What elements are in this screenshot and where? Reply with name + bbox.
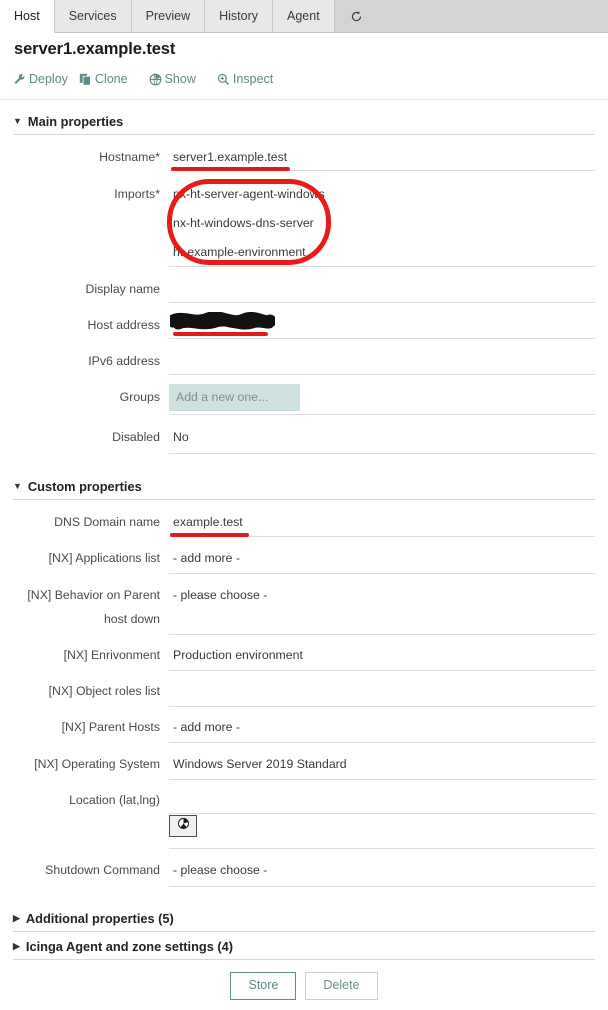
section-title-icinga: Icinga Agent and zone settings (4) — [25, 939, 234, 954]
section-divider-additional — [13, 931, 595, 932]
tab-host[interactable]: Host — [0, 0, 55, 33]
deploy-button[interactable]: Deploy — [13, 72, 68, 86]
deploy-label: Deploy — [29, 72, 68, 86]
field-value-environment[interactable]: Production environment — [173, 648, 595, 663]
field-label-hostname: Hostname* — [99, 150, 160, 164]
field-value-parent-hosts[interactable]: - add more - — [173, 720, 595, 735]
tab-services-label: Services — [68, 8, 117, 23]
tab-preview-label: Preview — [145, 8, 191, 23]
refresh-icon — [350, 10, 363, 23]
copy-icon — [79, 73, 92, 86]
field-label-parent-hosts: [NX] Parent Hosts — [61, 720, 160, 734]
section-divider-custom — [13, 499, 595, 500]
field-underline-applications-list — [169, 573, 595, 574]
inspect-label: Inspect — [232, 72, 274, 86]
groups-input[interactable]: Add a new one... — [169, 384, 300, 411]
field-label-dns-domain-name: DNS Domain name — [54, 515, 160, 529]
host-config-page: Host Services Preview History Agent serv… — [0, 0, 608, 1010]
store-button[interactable]: Store — [230, 972, 297, 1000]
tab-agent[interactable]: Agent — [273, 0, 335, 32]
field-label-groups: Groups — [119, 390, 160, 404]
clone-button[interactable]: Clone — [79, 72, 128, 86]
action-toolbar: Deploy Clone Show Inspect — [13, 72, 284, 86]
annotation-box-imports — [167, 179, 331, 265]
field-value-dns-domain-name[interactable]: example.test — [173, 515, 595, 530]
tab-history[interactable]: History — [205, 0, 274, 32]
delete-button[interactable]: Delete — [305, 972, 378, 1000]
field-label-location: Location (lat,lng) — [69, 793, 160, 807]
caret-down-icon: ▼ — [13, 481, 22, 491]
field-value-shutdown-command[interactable]: - please choose - — [173, 863, 595, 878]
caret-right-icon: ▶ — [13, 913, 20, 923]
refresh-button[interactable] — [334, 0, 379, 32]
field-underline-ipv6-address — [169, 374, 595, 375]
field-value-behavior-on-parent-host-down[interactable]: - please choose - — [173, 588, 595, 603]
location-picker-button[interactable] — [169, 815, 197, 837]
form-button-bar: Store Delete — [0, 972, 608, 1000]
field-label-ipv6-address: IPv6 address — [88, 354, 160, 368]
field-label-disabled: Disabled — [112, 430, 160, 444]
field-label-behavior-on-parent-host-down: [NX] Behavior on Parent — [27, 588, 160, 602]
section-title-custom: Custom properties — [27, 479, 142, 494]
tab-agent-label: Agent — [287, 8, 320, 23]
show-label: Show — [164, 72, 196, 86]
inspect-button[interactable]: Inspect — [217, 72, 273, 86]
field-label-applications-list: [NX] Applications list — [48, 551, 160, 565]
field-underline-host-address — [169, 338, 595, 339]
field-value-hostname[interactable]: server1.example.test — [173, 150, 595, 165]
section-divider-main — [13, 134, 595, 135]
tab-host-label: Host — [14, 8, 40, 23]
field-label-imports: Imports* — [114, 187, 160, 201]
tab-services[interactable]: Services — [54, 0, 132, 32]
field-label-behavior-on-parent-host-down-line2: host down — [103, 612, 160, 626]
field-label-environment: [NX] Enrivonment — [63, 648, 160, 662]
section-header-additional-properties[interactable]: ▶ Additional properties (5) — [13, 911, 174, 926]
field-underline-operating-system — [169, 779, 595, 780]
page-title: server1.example.test — [14, 40, 176, 58]
field-underline-imports — [169, 266, 595, 267]
globe-icon — [149, 73, 162, 86]
section-header-icinga-agent-zone-settings[interactable]: ▶ Icinga Agent and zone settings (4) — [13, 939, 233, 954]
field-label-display-name: Display name — [85, 282, 161, 296]
section-title-additional: Additional properties (5) — [25, 911, 174, 926]
field-value-disabled[interactable]: No — [173, 430, 595, 445]
caret-down-icon: ▼ — [13, 116, 22, 126]
field-underline-disabled — [169, 453, 595, 454]
groups-placeholder: Add a new one... — [176, 390, 269, 404]
field-label-operating-system: [NX] Operating System — [34, 757, 160, 771]
clone-label: Clone — [94, 72, 128, 86]
field-underline-display-name — [169, 302, 595, 303]
field-label-object-roles-list: [NX] Object roles list — [48, 684, 160, 698]
field-underline-behavior-on-parent-host-down — [169, 634, 595, 635]
field-value-applications-list[interactable]: - add more - — [173, 551, 595, 566]
caret-right-icon: ▶ — [13, 941, 20, 951]
field-label-shutdown-command: Shutdown Command — [45, 863, 160, 877]
toolbar-divider — [0, 99, 608, 100]
wrench-icon — [13, 73, 26, 86]
show-button[interactable]: Show — [149, 72, 196, 86]
annotation-underline-dns-domain-name — [170, 533, 249, 537]
tab-bar: Host Services Preview History Agent — [0, 0, 608, 33]
field-underline-environment — [169, 670, 595, 671]
section-header-main-properties[interactable]: ▼ Main properties — [13, 114, 123, 129]
field-underline-groups — [169, 414, 595, 415]
magnifier-plus-icon — [217, 73, 230, 86]
field-underline-parent-hosts — [169, 742, 595, 743]
field-underline-location — [169, 813, 595, 814]
section-header-custom-properties[interactable]: ▼ Custom properties — [13, 479, 142, 494]
annotation-underline-host-address — [173, 332, 268, 336]
field-value-operating-system[interactable]: Windows Server 2019 Standard — [173, 757, 595, 772]
tab-history-label: History — [219, 8, 259, 23]
annotation-underline-hostname — [171, 167, 290, 171]
globe-picker-icon — [177, 817, 190, 835]
tab-preview[interactable]: Preview — [131, 0, 206, 32]
field-label-host-address: Host address — [87, 318, 160, 332]
field-underline-object-roles-list — [169, 706, 595, 707]
field-underline-location-picker — [169, 848, 595, 849]
field-underline-shutdown-command — [169, 886, 595, 887]
section-title-main: Main properties — [27, 114, 124, 129]
section-divider-icinga — [13, 959, 595, 960]
